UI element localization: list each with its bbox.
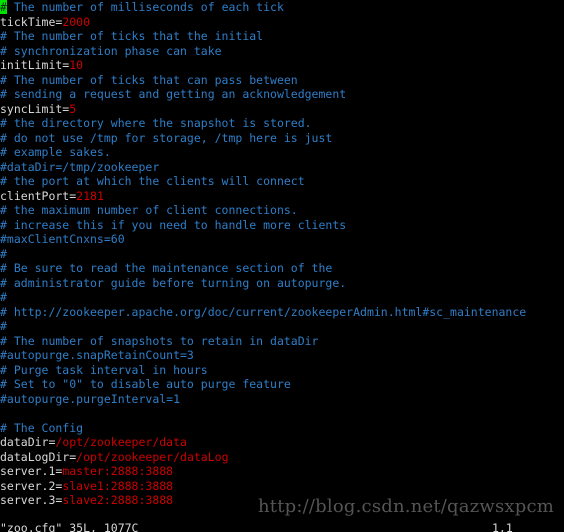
- line-segment-key: server.1=: [0, 464, 63, 478]
- line-segment-val: /opt/zookeeper/dataLog: [76, 449, 229, 464]
- line-segment-key: server.2=: [0, 478, 63, 493]
- editor-line[interactable]: # administrator guide before turning on …: [0, 276, 564, 291]
- line-segment-val: slave2:2888:3888: [62, 493, 174, 507]
- editor-line[interactable]: #dataDir=/tmp/zookeeper: [0, 160, 564, 175]
- editor-line[interactable]: tickTime=2000: [0, 15, 564, 30]
- line-segment-comment: #: [0, 319, 7, 333]
- editor-line[interactable]: # sending a request and getting an ackno…: [0, 87, 564, 102]
- line-segment-comment: # synchronization phase can take: [0, 43, 222, 58]
- editor-line[interactable]: server.1=master:2888:3888: [0, 464, 564, 479]
- editor-line[interactable]: # Purge task interval in hours: [0, 363, 564, 378]
- editor-line[interactable]: #autopurge.purgeInterval=1: [0, 392, 564, 407]
- line-segment-comment: # The number of snapshots to retain in d…: [0, 333, 319, 348]
- editor-line[interactable]: clientPort=2181: [0, 189, 564, 204]
- editor-line[interactable]: # The number of ticks that can pass betw…: [0, 73, 564, 88]
- line-segment-comment: # Purge task interval in hours: [0, 362, 208, 377]
- editor-line[interactable]: # http://zookeeper.apache.org/doc/curren…: [0, 305, 564, 320]
- line-segment-key: syncLimit=: [0, 101, 70, 116]
- editor-line[interactable]: # The number of snapshots to retain in d…: [0, 334, 564, 349]
- line-segment-comment: # administrator guide before turning on …: [0, 275, 347, 290]
- line-segment-comment: # example sakes.: [0, 145, 111, 159]
- line-segment-comment: # http://zookeeper.apache.org/doc/curren…: [0, 304, 527, 319]
- editor-line[interactable]: # the port at which the clients will con…: [0, 174, 564, 189]
- line-segment-comment: # The Config: [0, 420, 84, 435]
- watermark-text: http://blog.csdn.net/qazwsxpcm: [258, 496, 555, 517]
- status-file-info: "zoo.cfg" 35L, 1077C: [0, 521, 139, 532]
- line-segment-val: 10: [69, 58, 84, 72]
- editor-line[interactable]: # example sakes.: [0, 145, 564, 160]
- line-segment-val: 2000: [62, 14, 91, 29]
- editor-line[interactable]: initLimit=10: [0, 58, 564, 73]
- line-segment-comment: #autopurge.snapRetainCount=3: [0, 348, 194, 362]
- line-segment-val: 2181: [76, 188, 104, 203]
- line-segment-val: slave1:2888:3888: [62, 478, 174, 493]
- line-segment-comment: The number of milliseconds of each tick: [6, 0, 284, 14]
- text-cursor: #: [0, 0, 7, 14]
- editor-line[interactable]: # Be sure to read the maintenance sectio…: [0, 261, 564, 276]
- editor-line[interactable]: server.2=slave1:2888:3888: [0, 479, 564, 494]
- editor-line[interactable]: # the directory where the snapshot is st…: [0, 116, 564, 131]
- editor-line[interactable]: #maxClientCnxns=60: [0, 232, 564, 247]
- line-segment-comment: #autopurge.purgeInterval=1: [0, 391, 181, 406]
- vim-status-bar: "zoo.cfg" 35L, 1077C 1,1: [0, 521, 564, 532]
- line-segment-comment: # the directory where the snapshot is st…: [0, 116, 312, 130]
- editor-line[interactable]: # The number of ticks that the initial: [0, 29, 564, 44]
- vim-text-buffer[interactable]: # The number of milliseconds of each tic…: [0, 0, 564, 508]
- editor-line[interactable]: dataLogDir=/opt/zookeeper/dataLog: [0, 450, 564, 465]
- editor-line[interactable]: #autopurge.snapRetainCount=3: [0, 348, 564, 363]
- line-segment-comment: # do not use /tmp for storage, /tmp here…: [0, 130, 333, 145]
- terminal-window[interactable]: # The number of milliseconds of each tic…: [0, 0, 564, 532]
- line-segment-val: master:2888:3888: [62, 464, 174, 478]
- line-segment-comment: #maxClientCnxns=60: [0, 232, 125, 246]
- editor-line[interactable]: # increase this if you need to handle mo…: [0, 218, 564, 233]
- line-segment-comment: #: [0, 246, 7, 261]
- editor-line[interactable]: #: [0, 319, 564, 334]
- line-segment-val: /opt/zookeeper/data: [55, 435, 187, 449]
- editor-line[interactable]: # do not use /tmp for storage, /tmp here…: [0, 131, 564, 146]
- editor-line[interactable]: #: [0, 290, 564, 305]
- line-segment-comment: #: [0, 290, 7, 304]
- status-cursor-position: 1,1: [492, 521, 513, 532]
- line-segment-key: tickTime=: [0, 14, 63, 29]
- editor-line[interactable]: syncLimit=5: [0, 102, 564, 117]
- line-segment-comment: # Set to "0" to disable auto purge featu…: [0, 377, 291, 391]
- line-segment-key: clientPort=: [0, 188, 77, 203]
- editor-line[interactable]: # The number of milliseconds of each tic…: [0, 0, 564, 15]
- line-segment-comment: # The number of ticks that can pass betw…: [0, 72, 298, 87]
- editor-line[interactable]: # Set to "0" to disable auto purge featu…: [0, 377, 564, 392]
- line-segment-key: dataDir=: [0, 435, 56, 449]
- line-segment-key: initLimit=: [0, 58, 70, 72]
- line-segment-comment: # sending a request and getting an ackno…: [0, 87, 347, 101]
- editor-line[interactable]: dataDir=/opt/zookeeper/data: [0, 435, 564, 450]
- line-segment-comment: # The number of ticks that the initial: [0, 29, 264, 43]
- editor-line[interactable]: # The Config: [0, 421, 564, 436]
- line-segment-comment: #dataDir=/tmp/zookeeper: [0, 159, 160, 174]
- editor-line[interactable]: # the maximum number of client connectio…: [0, 203, 564, 218]
- line-segment-comment: # increase this if you need to handle mo…: [0, 217, 347, 232]
- line-segment-val: 5: [69, 101, 77, 116]
- editor-line[interactable]: [0, 406, 564, 421]
- line-segment-comment: # the port at which the clients will con…: [0, 174, 305, 188]
- editor-line[interactable]: #: [0, 247, 564, 262]
- line-segment-comment: # Be sure to read the maintenance sectio…: [0, 261, 333, 275]
- line-segment-key: server.3=: [0, 493, 63, 507]
- line-segment-key: dataLogDir=: [0, 449, 77, 464]
- line-segment-comment: # the maximum number of client connectio…: [0, 203, 298, 217]
- editor-line[interactable]: # synchronization phase can take: [0, 44, 564, 59]
